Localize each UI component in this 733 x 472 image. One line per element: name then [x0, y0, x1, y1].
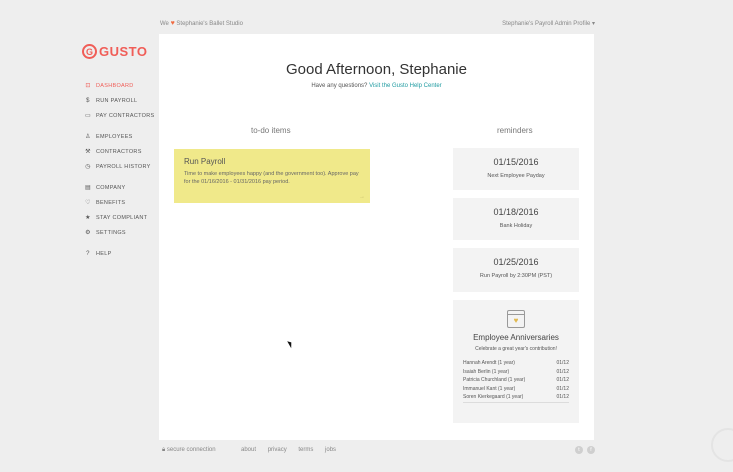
- sidebar-item-employees[interactable]: ♙ Employees: [84, 129, 159, 144]
- reminder-card: 01/18/2016 Bank Holiday: [453, 198, 579, 240]
- todo-heading: to-do items: [251, 126, 291, 135]
- todo-title: Run Payroll: [184, 157, 226, 166]
- secure-connection: 🔒︎ secure connection: [162, 447, 216, 454]
- sidebar-item-help[interactable]: ? Help: [84, 246, 159, 261]
- wrench-icon: ⚒: [85, 149, 91, 155]
- reminder-label: Next Employee Payday: [487, 173, 545, 179]
- anniversary-row: Immanuel Kant (1 year) 01/12: [463, 385, 569, 394]
- footer-link-about[interactable]: about: [241, 447, 256, 453]
- anniversary-name: Immanuel Kant (1 year): [463, 385, 516, 392]
- sidebar-item-benefits[interactable]: ♡ Benefits: [84, 195, 159, 210]
- secure-label: secure connection: [166, 447, 216, 453]
- sidebar-item-label: Run Payroll: [96, 97, 138, 104]
- anniversary-date: 01/12: [556, 368, 569, 375]
- sidebar-item-label: Employees: [96, 133, 133, 140]
- reminder-card: 01/15/2016 Next Employee Payday: [453, 148, 579, 190]
- facebook-icon[interactable]: f: [587, 446, 595, 454]
- social-links: t f: [575, 446, 595, 454]
- reminder-label: Run Payroll by 2:30PM (PST): [479, 273, 553, 279]
- footer-link-jobs[interactable]: jobs: [325, 447, 336, 453]
- watermark-logo: [711, 428, 733, 462]
- anniversary-date: 01/12: [556, 360, 569, 366]
- sidebar-item-label: Benefits: [96, 199, 126, 206]
- todo-text: Time to make employees happy (and the go…: [184, 171, 359, 185]
- todo-run-payroll-card[interactable]: Run Payroll Time to make employees happy…: [174, 149, 370, 203]
- footer-links: about privacy terms jobs: [241, 447, 346, 453]
- payroll-icon: $: [86, 97, 90, 104]
- sidebar-nav: ⊡ Dashboard $ Run Payroll ▭ Pay Contractors ♙ E…: [84, 78, 159, 261]
- sidebar-item-stay-compliant[interactable]: ★ Stay Compliant: [84, 210, 159, 225]
- anniversary-name: Soren Kierkegaard (1 year): [463, 394, 524, 400]
- reminder-card: 01/25/2016 Run Payroll by 2:30PM (PST): [453, 248, 579, 292]
- sidebar-item-label: Company: [96, 184, 126, 191]
- heart-outline-icon: ♡: [85, 200, 91, 206]
- company-name: Stephanie's Ballet Studio: [176, 21, 243, 27]
- gusto-logo[interactable]: G GUSTO: [82, 44, 148, 59]
- anniversary-row: Isaiah Berlin (1 year) 01/12: [463, 368, 569, 377]
- reminder-date: 01/15/2016: [493, 157, 539, 167]
- sidebar-item-label: Pay Contractors: [96, 112, 155, 119]
- sidebar-item-contractors[interactable]: ⚒ Contractors: [84, 144, 159, 159]
- main-panel: Good Afternoon, Stephanie Have any quest…: [159, 34, 594, 440]
- footer-link-terms[interactable]: terms: [298, 447, 313, 453]
- anniversary-row: Hannah Arendt (1 year) 01/12: [463, 359, 569, 368]
- list-divider: [463, 401, 569, 403]
- reminder-date: 01/25/2016: [493, 257, 539, 267]
- anniversary-row: Soren Kierkegaard (1 year) 01/12: [463, 393, 569, 402]
- anniversary-name: Patricia Churchland (1 year): [463, 377, 526, 383]
- gusto-logo-text: GUSTO: [99, 44, 148, 59]
- anniversary-date: 01/12: [556, 377, 569, 383]
- heart-icon: ♥: [170, 20, 175, 27]
- anniversaries-title: Employee Anniversaries: [473, 333, 559, 342]
- company-switcher[interactable]: We ♥ Stephanie's Ballet Studio: [160, 20, 243, 27]
- help-question: Have any questions?: [311, 83, 368, 89]
- sidebar-item-label: Payroll History: [96, 163, 151, 170]
- money-icon: ▭: [85, 113, 91, 119]
- anniversary-row: Patricia Churchland (1 year) 01/12: [463, 376, 569, 385]
- person-icon: ♙: [85, 134, 91, 140]
- sidebar-item-settings[interactable]: ⚙ Settings: [84, 225, 159, 240]
- twitter-icon[interactable]: t: [575, 446, 583, 454]
- history-icon: ◷: [85, 164, 91, 170]
- help-center-link[interactable]: Visit the Gusto Help Center: [369, 83, 442, 89]
- sidebar-item-label: Settings: [96, 229, 126, 236]
- we-prefix: We: [160, 21, 169, 27]
- sidebar-item-payroll-history[interactable]: ◷ Payroll History: [84, 159, 159, 174]
- sidebar-item-company[interactable]: ▤ Company: [84, 180, 159, 195]
- profile-menu[interactable]: Stephanie's Payroll Admin Profile ▾: [502, 20, 595, 27]
- star-icon: ★: [85, 215, 91, 221]
- anniversary-name: Isaiah Berlin (1 year): [463, 368, 510, 375]
- sidebar-item-dashboard[interactable]: ⊡ Dashboard: [84, 78, 159, 93]
- sidebar-item-label: Help: [96, 250, 112, 257]
- sidebar-item-pay-contractors[interactable]: ▭ Pay Contractors: [84, 108, 159, 123]
- anniversary-date: 01/12: [556, 385, 569, 392]
- gusto-logo-icon: G: [82, 44, 97, 59]
- calendar-heart-icon: ♥: [507, 310, 525, 328]
- lock-icon: 🔒︎: [162, 447, 166, 453]
- page-title: Good Afternoon, Stephanie: [286, 61, 467, 78]
- help-prompt: Have any questions? Visit the Gusto Help…: [159, 83, 594, 89]
- reminder-date: 01/18/2016: [493, 207, 539, 217]
- sidebar-item-label: Contractors: [96, 148, 142, 155]
- building-icon: ▤: [85, 185, 91, 191]
- anniversaries-card: ♥ Employee Anniversaries Celebrate a gre…: [453, 300, 579, 423]
- anniversary-date: 01/12: [556, 394, 569, 400]
- reminders-heading: reminders: [497, 126, 533, 135]
- sidebar-item-run-payroll[interactable]: $ Run Payroll: [84, 93, 159, 108]
- anniversaries-list: Hannah Arendt (1 year) 01/12 Isaiah Berlin…: [463, 359, 569, 403]
- dashboard-icon: ⊡: [85, 83, 91, 89]
- reminder-label: Bank Holiday: [499, 223, 533, 229]
- anniversary-name: Hannah Arendt (1 year): [463, 360, 515, 366]
- sidebar-item-label: Dashboard: [96, 82, 134, 89]
- arrow-right-icon: →: [359, 194, 365, 200]
- sidebar-item-label: Stay Compliant: [96, 214, 148, 221]
- anniversaries-subtitle: Celebrate a great year's contribution!: [475, 346, 557, 352]
- gear-icon: ⚙: [85, 230, 91, 236]
- footer-link-privacy[interactable]: privacy: [268, 447, 287, 453]
- top-bar: We ♥ Stephanie's Ballet Studio Stephanie…: [160, 20, 595, 32]
- help-icon: ?: [86, 250, 90, 257]
